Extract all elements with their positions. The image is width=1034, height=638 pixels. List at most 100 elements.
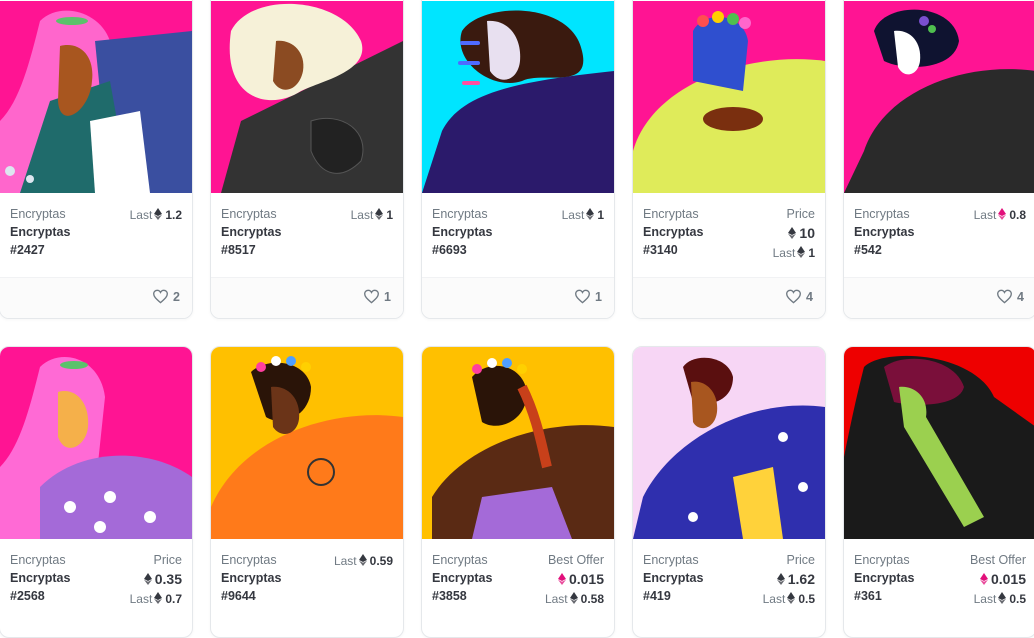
ethereum-icon (154, 592, 162, 604)
collection-name[interactable]: Encryptas (854, 551, 914, 569)
nft-number: #2568 (10, 589, 45, 603)
last-price: 0.59 (369, 554, 393, 568)
price-label: Price (153, 553, 182, 567)
collection-name[interactable]: Encryptas (643, 551, 703, 569)
favorite-button[interactable]: 2 (152, 289, 180, 304)
nft-number: #9644 (221, 589, 256, 603)
ethereum-icon (570, 592, 578, 604)
last-price: 0.58 (580, 592, 604, 606)
last-price: 0.5 (798, 592, 815, 606)
like-count: 2 (173, 290, 180, 304)
nft-artwork[interactable] (211, 1, 403, 193)
favorite-button[interactable]: 4 (785, 289, 813, 304)
ethereum-icon (586, 208, 594, 220)
last-sale: Last 0.58 (545, 589, 604, 609)
like-count: 1 (384, 290, 391, 304)
nft-card[interactable]: Encryptas Encryptas #9644 Last 0.59 (210, 346, 404, 638)
collection-name[interactable]: Encryptas (432, 551, 492, 569)
favorite-button[interactable]: 1 (363, 289, 391, 304)
price-label: Price (786, 207, 815, 221)
nft-name: Encryptas (643, 225, 704, 239)
last-label: Last (350, 208, 374, 222)
nft-artwork[interactable] (633, 347, 825, 539)
nft-artwork[interactable] (844, 1, 1034, 193)
last-sale: Last 0.5 (763, 589, 815, 609)
nft-artwork[interactable] (844, 347, 1034, 539)
nft-artwork[interactable] (0, 347, 192, 539)
nft-name: Encryptas (432, 225, 493, 239)
nft-card[interactable]: Encryptas Encryptas #2568 Price 0.35 Las… (0, 346, 193, 638)
ethereum-icon (787, 592, 795, 604)
nft-card[interactable]: Encryptas Encryptas #2427 Last 1.2 2 (0, 0, 193, 319)
nft-card[interactable]: Encryptas Encryptas #3140 Price 10 Last 1… (632, 0, 826, 319)
collection-name[interactable]: Encryptas (221, 205, 281, 223)
nft-name: Encryptas (221, 571, 282, 585)
collection-name[interactable]: Encryptas (643, 205, 703, 223)
nft-card[interactable]: Encryptas Encryptas #6693 Last 1 1 (421, 0, 615, 319)
current-price: 0.35 (130, 569, 182, 589)
collection-name[interactable]: Encryptas (10, 551, 70, 569)
last-price: 1 (597, 208, 604, 222)
ethereum-icon (797, 246, 805, 258)
collection-name[interactable]: Encryptas (10, 205, 70, 223)
last-sale: Last 1.2 (130, 205, 182, 225)
current-price: 0.015 (970, 569, 1026, 589)
heart-icon (574, 289, 591, 304)
ethereum-icon (359, 554, 367, 566)
nft-artwork[interactable] (211, 347, 403, 539)
last-sale: Last 1 (351, 205, 393, 225)
last-label: Last (129, 592, 153, 606)
like-count: 4 (806, 290, 813, 304)
favorite-button[interactable]: 4 (996, 289, 1024, 304)
last-label: Last (129, 208, 153, 222)
heart-icon (996, 289, 1013, 304)
ethereum-icon (154, 208, 162, 220)
nft-name: Encryptas (432, 571, 493, 585)
last-sale: Last 1 (773, 243, 815, 263)
nft-number: #2427 (10, 243, 45, 257)
heart-icon (363, 289, 380, 304)
ethereum-icon (980, 573, 988, 585)
nft-name: Encryptas (643, 571, 704, 585)
ethereum-icon (144, 573, 152, 585)
nft-number: #361 (854, 589, 882, 603)
last-sale: Last 0.7 (130, 589, 182, 609)
price-label: Best Offer (969, 553, 1026, 567)
nft-card[interactable]: Encryptas Encryptas #3858 Best Offer 0.0… (421, 346, 615, 638)
nft-card[interactable]: Encryptas Encryptas #361 Best Offer 0.01… (843, 346, 1034, 638)
nft-number: #3858 (432, 589, 467, 603)
collection-name[interactable]: Encryptas (432, 205, 492, 223)
ethereum-icon (998, 208, 1006, 220)
nft-number: #419 (643, 589, 671, 603)
last-label: Last (772, 246, 796, 260)
nft-card[interactable]: Encryptas Encryptas #542 Last 0.8 4 (843, 0, 1034, 319)
favorite-button[interactable]: 1 (574, 289, 602, 304)
price-value: 0.015 (990, 571, 1026, 587)
nft-number: #8517 (221, 243, 256, 257)
nft-name: Encryptas (10, 571, 71, 585)
nft-artwork[interactable] (422, 1, 614, 193)
ethereum-icon (777, 573, 785, 585)
last-sale: Last 0.59 (334, 551, 393, 571)
nft-card[interactable]: Encryptas Encryptas #419 Price 1.62 Last… (632, 346, 826, 638)
last-price: 0.8 (1009, 208, 1026, 222)
price-value: 0.015 (568, 571, 604, 587)
like-count: 1 (595, 290, 602, 304)
current-price: 10 (773, 223, 815, 243)
nft-name: Encryptas (854, 571, 915, 585)
nft-artwork[interactable] (422, 347, 614, 539)
nft-number: #542 (854, 243, 882, 257)
price-value: 1.62 (787, 571, 815, 587)
collection-name[interactable]: Encryptas (854, 205, 914, 223)
last-label: Last (561, 208, 585, 222)
last-label: Last (333, 554, 357, 568)
collection-name[interactable]: Encryptas (221, 551, 281, 569)
last-label: Last (762, 592, 786, 606)
nft-card[interactable]: Encryptas Encryptas #8517 Last 1 1 (210, 0, 404, 319)
like-count: 4 (1017, 290, 1024, 304)
nft-artwork[interactable] (633, 1, 825, 193)
price-value: 10 (799, 225, 815, 241)
last-label: Last (973, 592, 997, 606)
current-price: 1.62 (763, 569, 815, 589)
nft-artwork[interactable] (0, 1, 192, 193)
